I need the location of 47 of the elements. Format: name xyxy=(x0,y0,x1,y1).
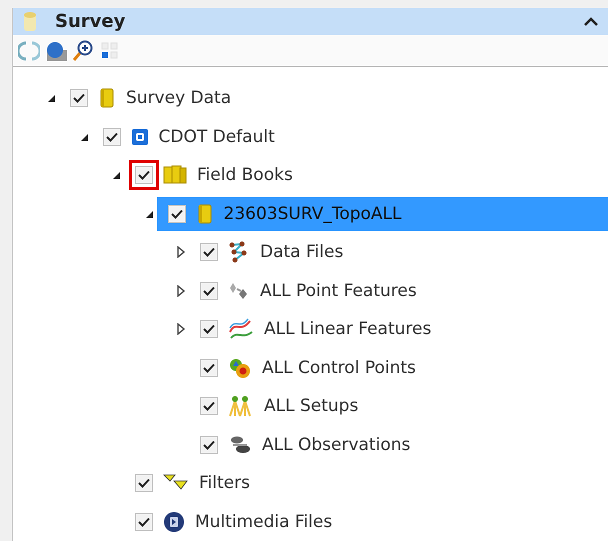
checkbox[interactable] xyxy=(200,243,218,262)
tree-item-label[interactable]: Survey Data xyxy=(126,88,232,108)
check-icon xyxy=(138,170,150,180)
tree-item-label[interactable]: CDOT Default xyxy=(158,126,275,147)
points-icon xyxy=(228,280,250,301)
check-icon xyxy=(203,247,215,258)
checkbox[interactable] xyxy=(200,320,218,338)
checkbox[interactable] xyxy=(200,436,218,454)
checkbox[interactable] xyxy=(200,358,218,377)
panel-title: Survey xyxy=(55,11,126,32)
check-icon xyxy=(138,478,150,488)
check-icon xyxy=(73,93,85,104)
collapse-button[interactable] xyxy=(584,16,598,27)
check-icon xyxy=(203,324,215,334)
tree-item-label[interactable]: Field Books xyxy=(197,165,293,186)
checkbox[interactable] xyxy=(70,89,88,108)
tree-item-label[interactable]: ALL Point Features xyxy=(260,280,417,301)
book-icon xyxy=(196,204,214,224)
tree-item-label[interactable]: Filters xyxy=(199,473,250,494)
checkbox[interactable] xyxy=(168,204,186,223)
checkbox[interactable] xyxy=(135,474,153,492)
checkbox[interactable] xyxy=(102,128,120,146)
check-icon xyxy=(203,362,215,373)
tree-item-label[interactable]: Data Files xyxy=(260,242,344,262)
tree-item-label[interactable]: Multimedia Files xyxy=(195,512,332,532)
check-icon xyxy=(106,132,118,142)
book-icon xyxy=(98,88,116,108)
lines-icon xyxy=(228,318,254,340)
check-icon xyxy=(138,516,150,527)
zoom-icon[interactable] xyxy=(71,38,95,63)
check-icon xyxy=(203,401,215,412)
check-icon xyxy=(203,440,215,450)
selected-row-highlight[interactable]: 23603SURV_TopoALL xyxy=(156,196,608,231)
checkbox[interactable] xyxy=(200,397,218,416)
tree-item-label[interactable]: ALL Linear Features xyxy=(264,319,432,340)
check-icon xyxy=(203,286,215,296)
check-icon xyxy=(170,208,182,219)
books-icon xyxy=(163,165,187,186)
tripod-icon xyxy=(228,394,254,418)
tree-item-label[interactable]: ALL Control Points xyxy=(262,358,416,378)
tree-item-label[interactable]: 23603SURV_TopoALL xyxy=(224,204,402,224)
checkbox[interactable] xyxy=(135,512,153,531)
media-icon xyxy=(163,510,185,533)
tree-item-label[interactable]: ALL Setups xyxy=(264,396,358,416)
tree-item-label[interactable]: ALL Observations xyxy=(262,434,410,455)
target-icon xyxy=(228,356,252,379)
checkbox[interactable] xyxy=(200,282,218,300)
